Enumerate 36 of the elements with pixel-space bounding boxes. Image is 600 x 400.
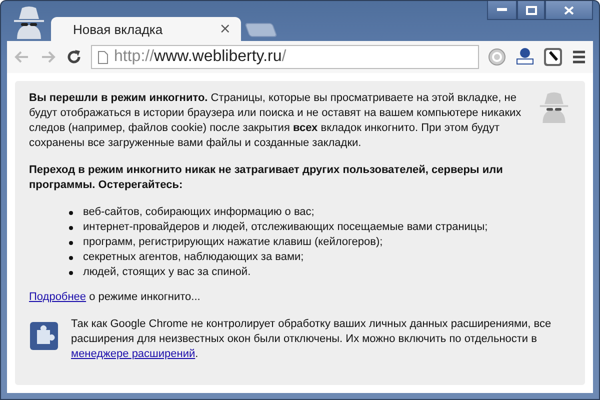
incognito-icon [537, 91, 571, 123]
warning-paragraph: Переход в режим инкогнито никак не затрагивает других пользователей, серверы или программы. Остерегайтесь: [29, 163, 504, 193]
url-text: http://www.webliberty.ru/ [114, 48, 286, 66]
list-item-text: интернет-провайдеров и людей, отслеживающих посещаемые вами страницы; [83, 220, 488, 235]
intro-paragraph: Вы перешли в режим инкогнито. Страницы, которые вы просматриваете на этой вкладке, не будут отображаться в истории браузера или поиска и не оставят на вашем компьютере никаких следов (например, файлов cookie) после закрытия всех вкладок инкогнито. При этом будут сохранены все загруженные вами файлы и созданные закладки. [29, 91, 522, 151]
brush-icon[interactable] [543, 47, 563, 67]
minimize-icon [497, 8, 507, 12]
extensions-manager-link[interactable]: менеджере расширений [71, 348, 196, 360]
list-item-text: программ, регистрирующих нажатие клавиш (кейлогеров); [83, 235, 383, 250]
list-item-text: людей, стоящих у вас за спиной. [83, 265, 251, 280]
list-item-text: веб-сайтов, собирающих информацию о вас; [83, 205, 314, 220]
close-icon [564, 6, 574, 14]
bullet-icon [69, 226, 73, 230]
bullet-icon [69, 240, 73, 244]
browser-tab[interactable]: Новая вкладка × [51, 17, 241, 41]
page-icon [98, 50, 108, 64]
extensions-note: Так как Google Chrome не контролирует обработку ваших личных данных расширениями, все расширения для неизвестных окон были отключены. Их можно включить по отдельности в менеджере расширений. [71, 317, 552, 362]
incognito-icon [11, 5, 47, 39]
list-item-text: секретных агентов, наблюдающих за вами; [83, 250, 304, 265]
address-bar[interactable]: http://www.webliberty.ru/ [91, 45, 479, 69]
maximize-button[interactable] [517, 1, 545, 20]
close-button[interactable] [545, 1, 593, 20]
extension-icon[interactable] [515, 47, 535, 67]
maximize-icon [526, 6, 536, 14]
bullet-icon [69, 270, 73, 274]
tab-close-button[interactable]: × [219, 21, 231, 37]
reload-button[interactable] [65, 48, 83, 66]
power-icon[interactable] [487, 47, 507, 67]
minimize-button[interactable] [487, 1, 517, 20]
bullet-icon [69, 256, 73, 260]
tab-title: Новая вкладка [73, 22, 163, 36]
puzzle-piece-icon [29, 321, 59, 351]
learn-more-link[interactable]: Подробнее [29, 291, 86, 303]
bullet-icon [69, 210, 73, 214]
menu-icon[interactable] [571, 49, 587, 65]
learn-more-text: о режиме инкогнито... [88, 291, 200, 303]
